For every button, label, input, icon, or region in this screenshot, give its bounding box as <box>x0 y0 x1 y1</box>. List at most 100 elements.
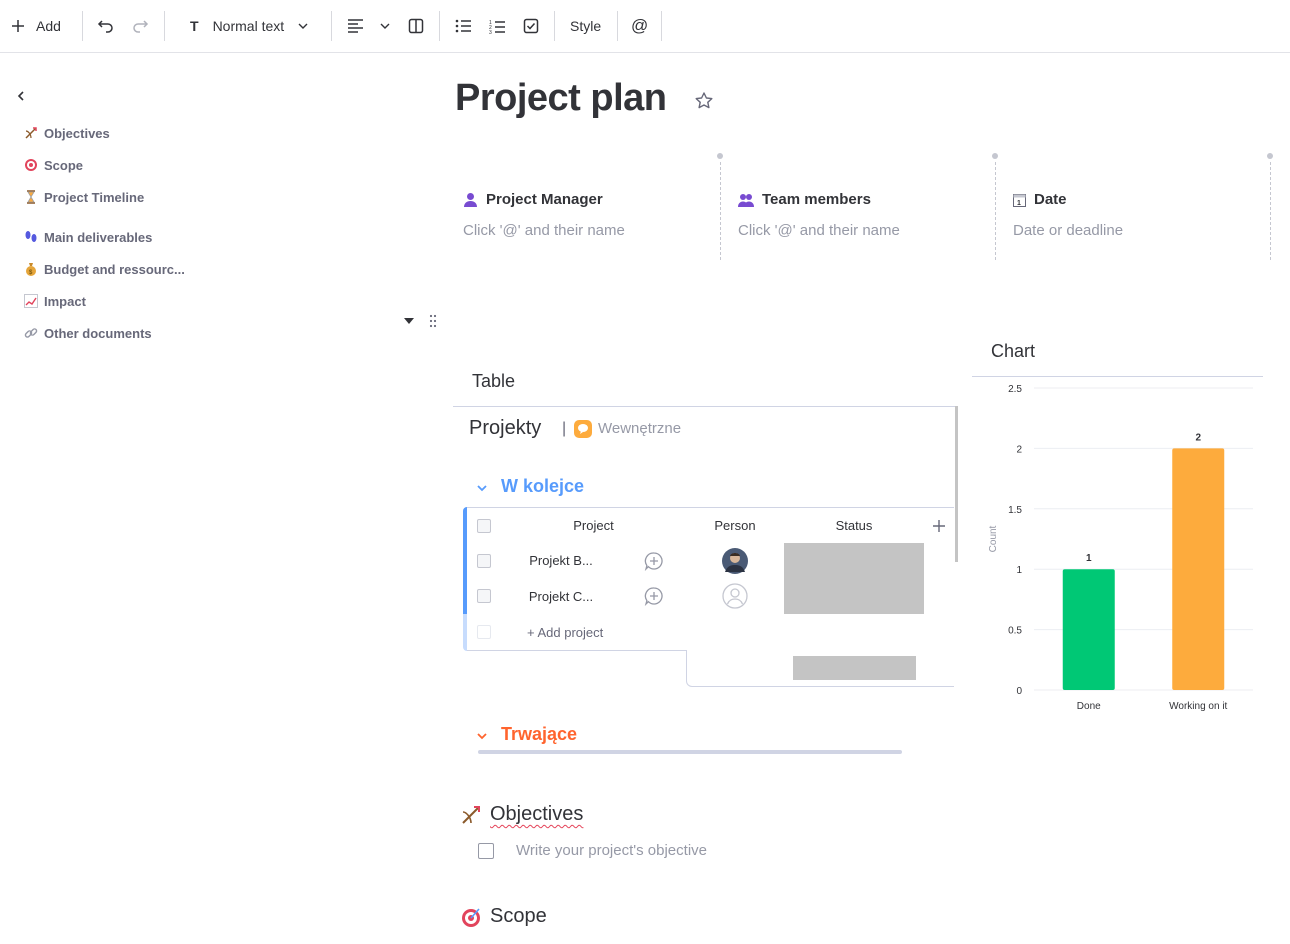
workspace-name[interactable]: Wewnętrzne <box>598 420 681 437</box>
project-manager-label: Project Manager <box>463 191 603 208</box>
plus-icon <box>12 20 24 32</box>
avatar <box>722 547 748 574</box>
column-header-person[interactable]: Person <box>686 507 785 544</box>
select-all-checkbox[interactable] <box>477 518 491 533</box>
sidebar-item-project-timeline[interactable]: Project Timeline <box>24 187 144 207</box>
select-all-cell[interactable] <box>467 507 502 544</box>
y-tick-label: 0.5 <box>1008 626 1022 637</box>
numbered-list-button[interactable]: 123 <box>489 0 505 52</box>
chevron-down-icon[interactable] <box>476 731 488 741</box>
row-select-cell[interactable] <box>467 543 502 579</box>
y-tick-label: 2.5 <box>1008 384 1022 395</box>
column-header-project[interactable]: Project <box>501 507 687 544</box>
sidebar-item-scope[interactable]: Scope <box>24 155 83 175</box>
checklist-button[interactable] <box>523 0 539 52</box>
align-dropdown[interactable] <box>380 0 390 52</box>
columns-icon <box>408 18 424 34</box>
mention-icon: @ <box>631 16 649 35</box>
row-select-cell <box>467 614 502 651</box>
date-field[interactable]: Date or deadline <box>1013 222 1123 239</box>
group-title[interactable]: W kolejce <box>501 476 584 497</box>
column-header-status[interactable]: Status <box>784 507 925 544</box>
page-title[interactable]: Project plan <box>455 77 667 120</box>
objectives-heading[interactable]: Objectives <box>460 803 583 826</box>
todo-placeholder[interactable]: Write your project's objective <box>516 842 707 859</box>
sidebar-item-label: Other documents <box>44 325 152 341</box>
link-icon <box>24 328 38 338</box>
chevron-down-icon <box>298 23 308 29</box>
status-cell[interactable] <box>784 578 925 615</box>
editor-toolbar: Add T Normal text 123 Style @ <box>0 0 1290 53</box>
undo-button[interactable] <box>97 0 115 52</box>
meta-label-text: Date <box>1034 191 1067 208</box>
redo-button[interactable] <box>131 0 149 52</box>
updates-cell[interactable] <box>621 543 687 579</box>
sidebar-item-label: Impact <box>44 293 86 309</box>
sidebar-item-objectives[interactable]: Objectives <box>24 123 110 143</box>
add-update-icon <box>644 587 663 606</box>
chevron-left-icon[interactable] <box>14 88 26 104</box>
chevron-down-icon <box>380 23 390 29</box>
layout-button[interactable] <box>408 0 424 52</box>
target-icon <box>462 907 480 927</box>
svg-text:3: 3 <box>489 30 492 34</box>
calendar-icon: 1 <box>1013 193 1026 207</box>
column-handle[interactable] <box>1267 153 1273 159</box>
add-update-icon <box>644 551 663 571</box>
hourglass-icon <box>27 190 35 204</box>
text-style-label: Normal text <box>212 18 285 34</box>
updates-cell[interactable] <box>621 578 687 615</box>
horizontal-scrollbar[interactable] <box>478 750 902 754</box>
column-handle[interactable] <box>717 153 723 159</box>
x-tick-label: Done <box>1077 701 1101 712</box>
add-project-row[interactable]: + Add project <box>501 614 954 651</box>
text-style-dropdown[interactable]: T Normal text <box>190 0 308 52</box>
status-summary-bar <box>792 656 916 680</box>
row-checkbox[interactable] <box>477 589 491 603</box>
drag-handle-icon[interactable] <box>429 314 437 328</box>
person-cell[interactable] <box>686 543 785 579</box>
person-cell[interactable] <box>686 578 785 615</box>
status-cell[interactable] <box>784 543 925 579</box>
table-widget-title: Table <box>472 371 516 391</box>
svg-text:1: 1 <box>1017 200 1021 207</box>
align-button[interactable] <box>347 0 364 52</box>
sidebar-item-budget[interactable]: $ Budget and ressourc... <box>24 259 185 279</box>
y-tick-label: 0 <box>1016 686 1022 697</box>
column-handle[interactable] <box>992 153 998 159</box>
style-button[interactable]: Style <box>570 0 601 52</box>
toolbar-divider <box>164 11 165 41</box>
board-separator: | <box>562 420 567 437</box>
scope-heading[interactable]: Scope <box>460 905 547 928</box>
sidebar-item-label: Budget and ressourc... <box>44 261 185 277</box>
todo-checkbox[interactable] <box>478 843 494 859</box>
project-manager-field[interactable]: Click '@' and their name <box>463 222 625 239</box>
meta-label-text: Project Manager <box>486 191 603 208</box>
row-checkbox[interactable] <box>477 553 491 568</box>
chevron-down-icon[interactable] <box>476 483 488 493</box>
group-title[interactable]: Trwające <box>501 724 577 745</box>
board-name[interactable]: Projekty <box>469 417 541 440</box>
sidebar-item-main-deliverables[interactable]: Main deliverables <box>24 227 152 247</box>
x-tick-label: Working on it <box>1169 701 1227 712</box>
project-name-cell[interactable]: Projekt C... <box>501 578 622 615</box>
row-select-cell[interactable] <box>467 578 502 615</box>
date-label: 1 Date <box>1013 191 1067 208</box>
mention-button[interactable]: @ <box>631 0 648 52</box>
redo-icon <box>133 20 149 33</box>
add-column-button[interactable] <box>924 507 954 544</box>
table-scrollbar[interactable] <box>955 406 958 562</box>
empty-person-icon <box>722 583 748 609</box>
project-name-cell[interactable]: Projekt B... <box>501 543 622 579</box>
y-tick-label: 1.5 <box>1008 505 1022 516</box>
bow-arrow-icon <box>25 127 37 139</box>
sidebar-item-impact[interactable]: Impact <box>24 291 86 311</box>
text-type-icon: T <box>190 18 199 34</box>
bullet-list-button[interactable] <box>455 0 471 52</box>
add-button[interactable]: Add <box>10 0 61 52</box>
caret-down-icon[interactable] <box>404 318 414 324</box>
star-icon[interactable] <box>694 91 714 111</box>
meta-label-text: Team members <box>762 191 871 208</box>
team-members-field[interactable]: Click '@' and their name <box>738 222 900 239</box>
sidebar-item-other-documents[interactable]: Other documents <box>24 323 152 343</box>
